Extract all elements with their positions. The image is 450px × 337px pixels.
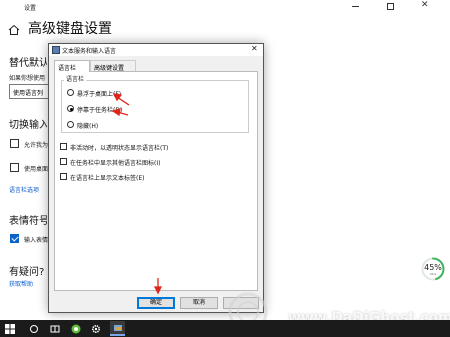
radio-float-desktop[interactable]: [67, 89, 74, 96]
help-heading: 有疑问?: [9, 267, 45, 278]
home-icon[interactable]: [8, 21, 20, 35]
checkbox-text-labels-label: 在语言栏上显示文本标签(E): [70, 175, 145, 182]
progress-percent: 45%: [424, 263, 442, 272]
dialog-titlebar: 文本服务和输入语言 ✕: [49, 44, 263, 56]
section-switch-heading: 切换输入法: [9, 120, 47, 131]
checkbox-transparent-label: 非活动时，以透明状态显示语言栏(T): [70, 145, 169, 152]
settings-titlebar: 设置 ✕: [0, 0, 450, 14]
tab-language-bar[interactable]: 语言栏: [54, 60, 90, 72]
checkbox3-label: 输入表情: [24, 237, 48, 244]
checkbox-extra-icons-label: 在任务栏中显示其他语言栏图标(I): [70, 160, 161, 167]
radio-dock-taskbar[interactable]: [67, 105, 74, 112]
browser-icon[interactable]: [68, 321, 83, 336]
langbar-options-link[interactable]: 语言栏选项: [9, 185, 39, 194]
section-override-heading: 替代默认输: [9, 58, 47, 69]
close-icon[interactable]: ✕: [421, 0, 429, 10]
checkbox-transparent[interactable]: [60, 143, 67, 150]
checkbox-text-labels[interactable]: [60, 173, 67, 180]
get-help-link[interactable]: 获取帮助: [9, 279, 33, 288]
dialog-title: 文本服务和输入语言: [62, 48, 117, 55]
checkbox2-label: 使用桌面: [24, 166, 48, 173]
control-panel-icon[interactable]: [110, 321, 125, 336]
dropdown-value: 使用语言列: [13, 90, 44, 97]
apply-button: [223, 297, 259, 309]
dialog-close-icon[interactable]: ✕: [251, 44, 258, 53]
allow-per-app-checkbox[interactable]: [10, 139, 19, 148]
groupbox-label: 语言栏: [64, 74, 87, 83]
task-view-icon[interactable]: [47, 321, 62, 336]
override-description: 如果你想使用: [9, 75, 46, 82]
search-icon[interactable]: [26, 321, 41, 336]
windows-start-icon[interactable]: [2, 321, 17, 336]
checkbox-extra-icons[interactable]: [60, 158, 67, 165]
radio-float-desktop-label: 悬浮于桌面上(F): [77, 91, 122, 98]
section-emoji-heading: 表情符号面: [9, 216, 47, 227]
maximize-button[interactable]: [387, 3, 394, 10]
ok-button[interactable]: 确定: [137, 297, 175, 309]
keyboard-icon: [52, 46, 60, 54]
input-method-dropdown[interactable]: 使用语言列: [9, 84, 49, 99]
radio-dock-taskbar-label: 停靠于任务栏(D): [77, 107, 123, 114]
progress-speed: 0K/s: [429, 272, 437, 276]
radio-hidden-label: 隐藏(H): [77, 123, 99, 130]
minimize-button[interactable]: [352, 6, 359, 7]
emoji-panel-checkbox[interactable]: [10, 234, 19, 243]
use-desktop-langbar-checkbox[interactable]: [10, 163, 19, 172]
page-title: 高级键盘设置: [28, 21, 112, 37]
text-services-dialog: 文本服务和输入语言 ✕ 语言栏 高级键设置 语言栏 悬浮于桌面上(F) 停靠于任…: [48, 43, 264, 313]
checkbox1-label: 允许我为: [24, 142, 48, 149]
settings-gear-icon[interactable]: [88, 321, 103, 336]
settings-window-title: 设置: [24, 5, 37, 12]
cancel-button[interactable]: 取消: [180, 297, 218, 309]
radio-hidden[interactable]: [67, 121, 74, 128]
